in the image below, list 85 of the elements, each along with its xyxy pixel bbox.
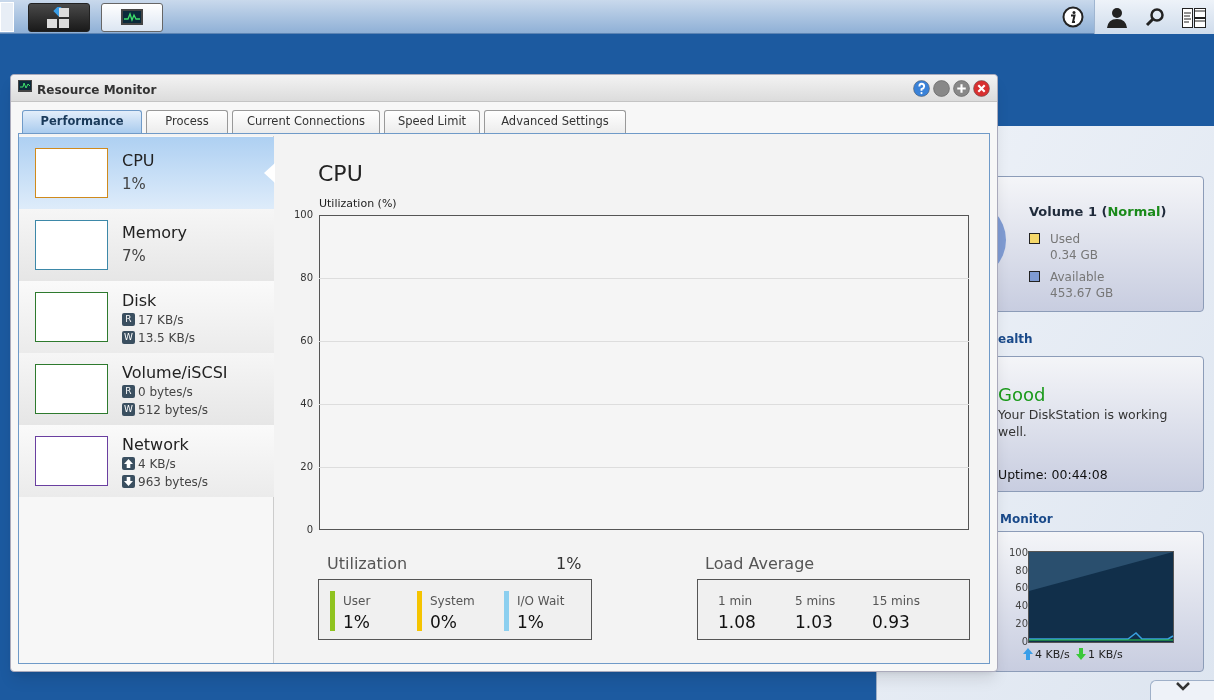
axis-label: 80 xyxy=(1014,564,1028,577)
window-title: Resource Monitor xyxy=(37,82,157,99)
detail-title: CPU xyxy=(318,160,363,188)
health-message: Your DiskStation is working well. xyxy=(998,406,1169,440)
rate-text: 512 bytes/s xyxy=(138,402,209,419)
pointer-notch xyxy=(264,163,275,183)
tab[interactable]: Advanced Settings xyxy=(484,110,626,133)
tab[interactable]: Process xyxy=(146,110,228,133)
resource-name: Memory xyxy=(122,222,188,244)
rate-text: 0 bytes/s xyxy=(138,384,193,401)
rate-text: 963 bytes/s xyxy=(138,474,209,491)
download-arrow-icon xyxy=(122,475,135,488)
chart-ylabel: Utilization (%) xyxy=(319,196,397,212)
close-button[interactable] xyxy=(973,80,990,97)
axis-label: 60 xyxy=(1014,582,1028,595)
rate-text: 4 KB/s xyxy=(138,456,176,473)
resource-name: Disk xyxy=(122,290,157,312)
download-arrow-icon xyxy=(1076,648,1086,660)
user-icon[interactable] xyxy=(1106,7,1128,28)
upload-arrow-icon xyxy=(122,457,135,470)
upload-rate: 4 KB/s xyxy=(1035,647,1070,663)
metric-value: 1.03 xyxy=(795,611,833,634)
grid-icon xyxy=(46,6,72,29)
metric-value: 0.93 xyxy=(872,611,910,634)
resource-value: 1% xyxy=(122,174,146,195)
badge-icon: R xyxy=(122,313,135,326)
section-title: Monitor xyxy=(1000,511,1053,528)
collapse-tab[interactable] xyxy=(1150,680,1214,700)
axis-label: 20 xyxy=(1014,617,1028,630)
metric-label: I/O Wait xyxy=(517,593,565,610)
y-tick-label: 100 xyxy=(292,209,313,221)
metric-label: 1 min xyxy=(718,593,753,610)
load-average-label: Load Average xyxy=(705,553,815,575)
axis-label: 0 xyxy=(1020,635,1028,648)
tab[interactable]: Current Connections xyxy=(232,110,380,133)
y-tick-label: 80 xyxy=(299,272,313,284)
metric-value: 1.08 xyxy=(718,611,756,634)
metric-value: 0% xyxy=(430,611,457,634)
badge-icon: W xyxy=(122,403,135,416)
volume-title: Volume 1 (Normal) xyxy=(1029,203,1167,221)
utilization-label: Utilization xyxy=(327,553,408,575)
y-tick-label: 20 xyxy=(299,461,313,473)
metric-label: System xyxy=(430,593,475,610)
upload-arrow-icon xyxy=(1023,648,1033,660)
taskbar-edge xyxy=(0,2,14,32)
maximize-button[interactable] xyxy=(953,80,970,97)
resource-name: CPU xyxy=(122,150,155,172)
metric-label: User xyxy=(343,593,371,610)
uptime-text: Uptime: 00:44:08 xyxy=(998,466,1108,484)
metric-label: 5 mins xyxy=(795,593,836,610)
help-button[interactable] xyxy=(913,80,930,97)
search-icon[interactable] xyxy=(1145,7,1165,27)
resource-name: Volume/iSCSI xyxy=(122,362,228,384)
legend-label: Available xyxy=(1050,269,1105,286)
health-status: Good xyxy=(998,383,1046,407)
axis-label: 40 xyxy=(1014,600,1028,613)
rate-text: 17 KB/s xyxy=(138,312,184,329)
metric-value: 1% xyxy=(343,611,370,634)
resource-name: Network xyxy=(122,434,189,456)
tab[interactable]: Performance xyxy=(22,110,142,133)
legend-label: Used xyxy=(1050,231,1081,248)
y-tick-label: 0 xyxy=(305,524,313,536)
metric-label: 15 mins xyxy=(872,593,920,610)
widgets-icon[interactable] xyxy=(1182,8,1206,28)
badge-icon: R xyxy=(122,385,135,398)
taskbar-app-button[interactable] xyxy=(101,3,163,32)
monitor-chart-icon xyxy=(18,80,32,92)
y-tick-label: 60 xyxy=(299,335,313,347)
metric-value: 1% xyxy=(517,611,544,634)
download-rate: 1 KB/s xyxy=(1088,647,1123,663)
taskbar-app-button[interactable] xyxy=(28,3,90,32)
chevron-down-icon xyxy=(1175,681,1190,691)
info-icon[interactable] xyxy=(1062,6,1084,28)
legend-value: 453.67 GB xyxy=(1050,285,1114,302)
monitor-chart-icon xyxy=(121,8,143,27)
minimize-button[interactable] xyxy=(933,80,950,97)
axis-label: 100 xyxy=(1007,547,1028,559)
legend-value: 0.34 GB xyxy=(1050,247,1099,264)
resource-value: 7% xyxy=(122,246,146,267)
utilization-value: 1% xyxy=(556,553,582,575)
badge-icon: W xyxy=(122,331,135,344)
y-tick-label: 40 xyxy=(299,398,313,410)
tab[interactable]: Speed Limit xyxy=(384,110,480,133)
section-title: ealth xyxy=(998,331,1033,348)
rate-text: 13.5 KB/s xyxy=(138,330,195,347)
